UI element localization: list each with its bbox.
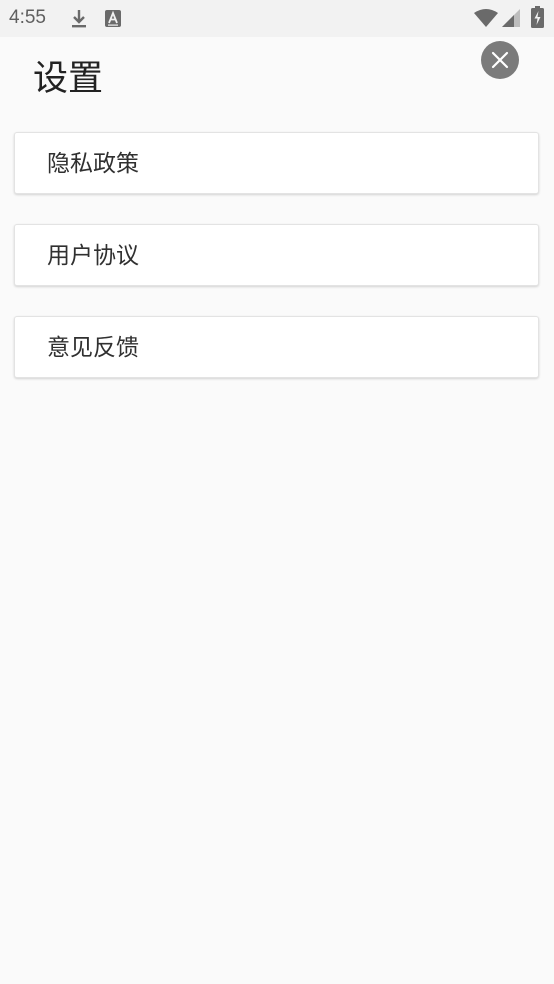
user-agreement-label: 用户协议 <box>47 243 139 269</box>
wifi-icon <box>474 9 498 27</box>
battery-charging-icon <box>531 6 544 28</box>
privacy-policy-item[interactable]: 隐私政策 <box>14 132 539 194</box>
privacy-policy-label: 隐私政策 <box>47 151 139 177</box>
close-button[interactable] <box>481 41 519 79</box>
download-icon <box>72 10 86 28</box>
feedback-item[interactable]: 意见反馈 <box>14 316 539 378</box>
user-agreement-item[interactable]: 用户协议 <box>14 224 539 286</box>
close-icon <box>491 51 509 69</box>
feedback-label: 意见反馈 <box>47 335 139 361</box>
status-bar: 4:55 <box>0 0 554 37</box>
settings-screen: 4:55 设置 隐私政策 用户协议 意见反馈 <box>0 0 554 984</box>
signal-icon <box>502 9 520 27</box>
status-time: 4:55 <box>9 7 46 28</box>
page-title: 设置 <box>33 59 104 99</box>
keyboard-a-icon <box>105 10 121 27</box>
